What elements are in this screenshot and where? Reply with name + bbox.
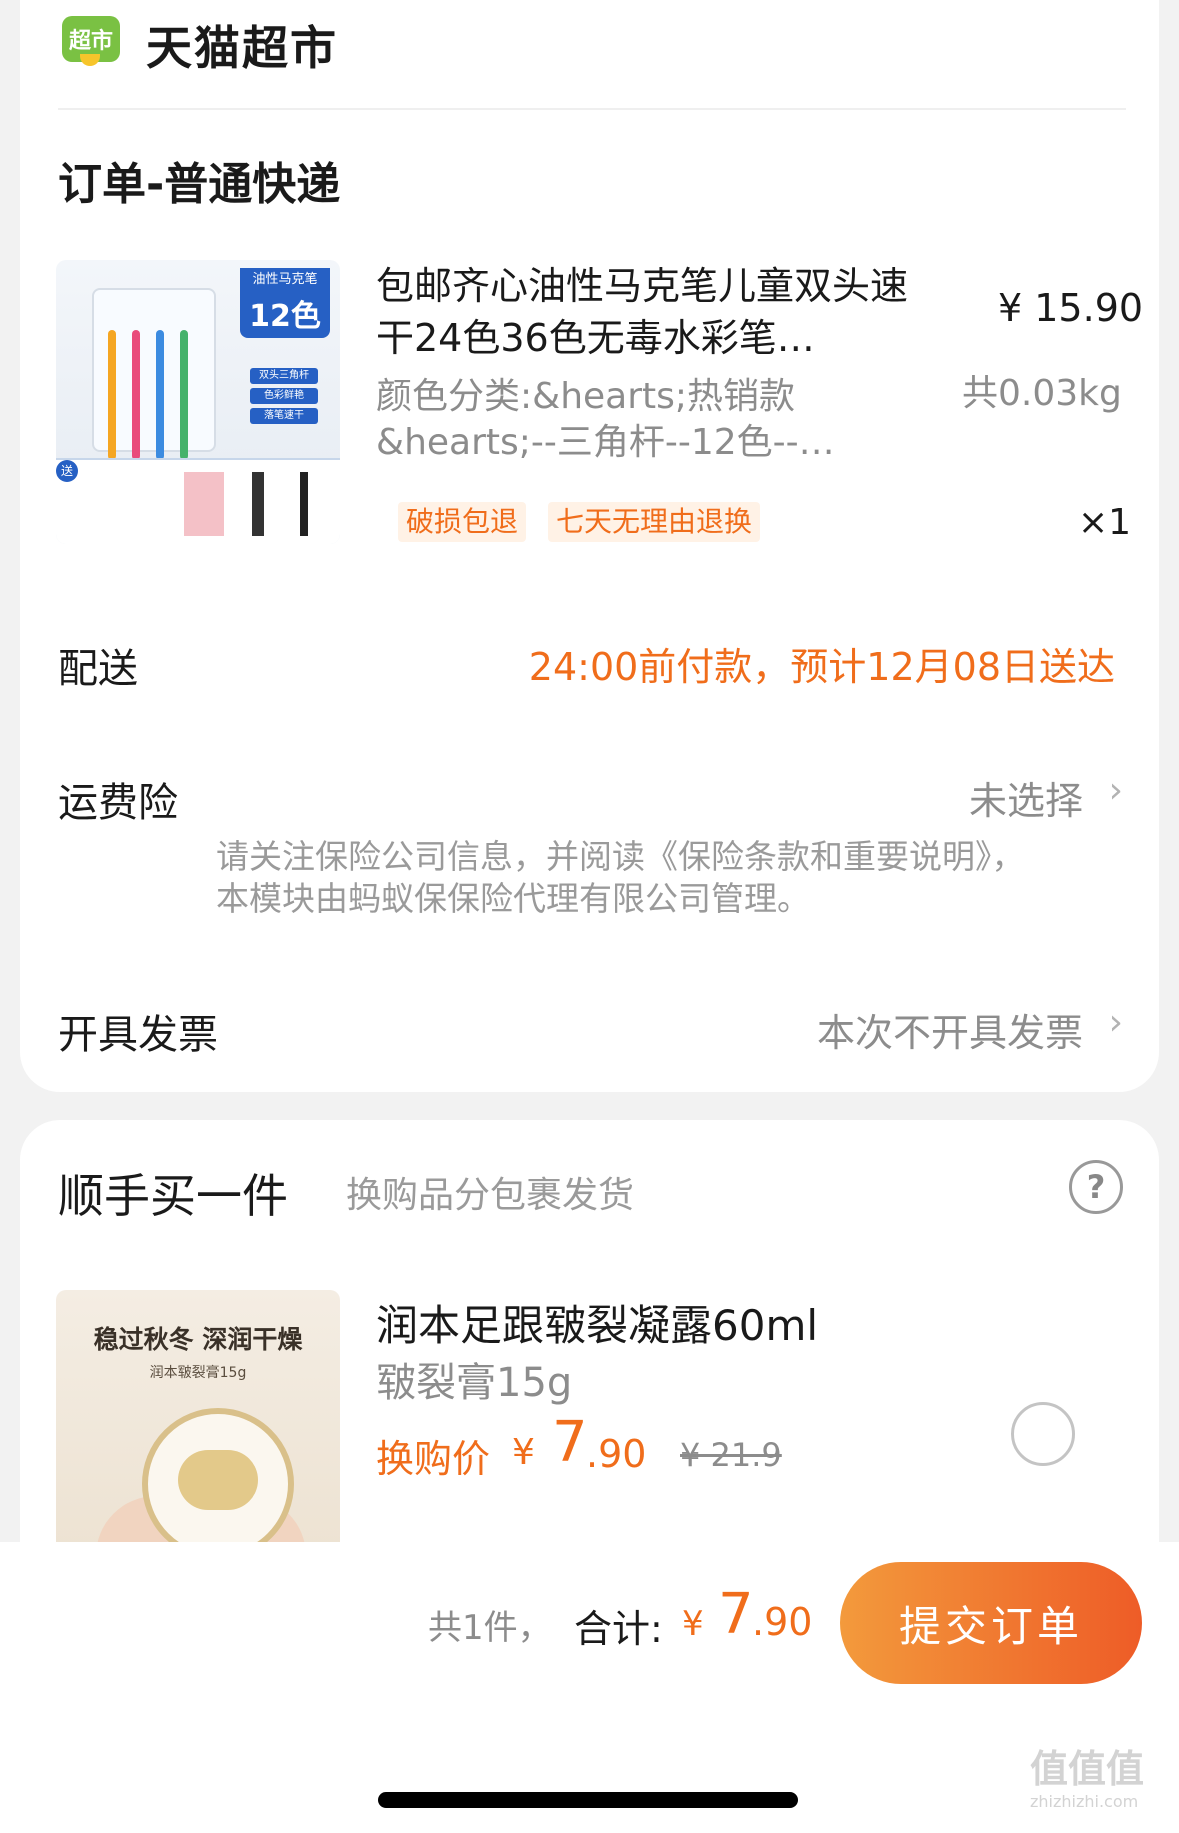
- product-spec[interactable]: 颜色分类:&hearts;热销款&hearts;--三角杆--12色--…: [376, 374, 906, 466]
- jar-label: [178, 1450, 258, 1510]
- thumb-subline: 润本皲裂膏15g: [149, 1365, 247, 1381]
- marker-count-text: 12色: [249, 299, 321, 334]
- home-indicator[interactable]: [378, 1792, 798, 1808]
- chevron-right-icon[interactable]: ›: [1109, 770, 1123, 811]
- gift-marker: [252, 472, 264, 536]
- product-title[interactable]: 包邮齐心油性马克笔儿童双头速干24色36色无毒水彩笔…: [376, 260, 942, 364]
- gift-pen: [300, 472, 308, 536]
- addon-subtitle: 换购品分包裹发货: [346, 1175, 635, 1216]
- service-tag-damage-return: 破损包退: [398, 502, 527, 542]
- gift-book: [184, 472, 224, 536]
- addon-product-spec: 皲裂膏15g: [376, 1360, 573, 1406]
- marker-type-text: 油性马克笔: [252, 272, 318, 287]
- invoice-value[interactable]: 本次不开具发票: [817, 1002, 1083, 1057]
- marker-stripe: [180, 330, 188, 460]
- service-tag-7day-return: 七天无理由退换: [548, 502, 761, 542]
- site-watermark-url: zhizhizhi.com: [1030, 1792, 1139, 1811]
- help-icon[interactable]: ?: [1069, 1160, 1123, 1214]
- thumb-headline: 稳过秋冬 深润干燥: [93, 1325, 303, 1354]
- product-quantity: ×1: [1078, 502, 1132, 543]
- delivery-value: 24:00前付款，预计12月08日送达: [528, 645, 1115, 689]
- marker-type-tag: 油性马克笔 12色: [240, 268, 330, 338]
- marker-pill: 落笔速干: [250, 408, 318, 424]
- shipping-insurance-label: 运费险: [58, 780, 178, 826]
- delivery-label: 配送: [58, 646, 138, 692]
- marker-stripe: [156, 330, 164, 460]
- addon-price-decimal: .90: [586, 1432, 647, 1476]
- total-integer: 7: [718, 1582, 754, 1647]
- insurance-note: 请关注保险公司信息，并阅读《保险条款和重要说明》，本模块由蚂蚁保保险代理有限公司…: [216, 837, 1025, 918]
- checkout-bar: 共1件， 合计: ¥ 7 .90 提交订单 值值值 zhizhizhi.com: [0, 1542, 1179, 1833]
- chevron-right-icon[interactable]: ›: [1109, 1002, 1123, 1043]
- logo-text: 超市: [68, 29, 113, 54]
- store-name: 天猫超市: [146, 21, 338, 75]
- addon-price-integer: 7: [552, 1410, 588, 1475]
- site-watermark: 值值值: [1030, 1747, 1145, 1791]
- addon-original-price: ¥ 21.9: [680, 1436, 782, 1474]
- total-decimal: .90: [752, 1600, 813, 1644]
- addon-price-label: 换购价: [376, 1437, 491, 1481]
- product-thumbnail-marker[interactable]: 油性马克笔 12色 双头三角杆 色彩鲜艳 落笔速干 送: [56, 260, 340, 544]
- invoice-label: 开具发票: [58, 1012, 218, 1058]
- marker-pill: 双头三角杆: [250, 368, 318, 384]
- addon-price-currency: ¥: [512, 1432, 535, 1473]
- addon-product-title[interactable]: 润本足跟皲裂凝露60ml: [376, 1292, 818, 1353]
- total-label: 合计:: [574, 1607, 663, 1651]
- marker-stripe: [108, 330, 116, 460]
- item-count: 共1件，: [428, 1608, 552, 1648]
- total-currency: ¥: [682, 1604, 704, 1644]
- cream-jar: [142, 1408, 294, 1560]
- gift-badge: 送: [56, 460, 78, 482]
- addon-title: 顺手买一件: [58, 1169, 288, 1223]
- submit-order-button[interactable]: 提交订单: [840, 1562, 1142, 1684]
- logo-smile-icon: [80, 54, 100, 66]
- marker-pill: 色彩鲜艳: [250, 388, 318, 404]
- marker-stripe: [132, 330, 140, 460]
- addon-select-radio[interactable]: [1011, 1402, 1075, 1466]
- marker-box: [92, 288, 216, 460]
- divider: [58, 108, 1126, 110]
- order-card: 超市 天猫超市 订单-普通快递 油性马克笔 12色 双头三角杆 色彩鲜艳 落笔速…: [20, 0, 1159, 1092]
- product-weight: 共0.03kg: [962, 373, 1122, 414]
- product-price: ¥ 15.90: [998, 286, 1144, 330]
- order-section-title: 订单-普通快递: [58, 159, 341, 210]
- shipping-insurance-value[interactable]: 未选择: [969, 770, 1083, 825]
